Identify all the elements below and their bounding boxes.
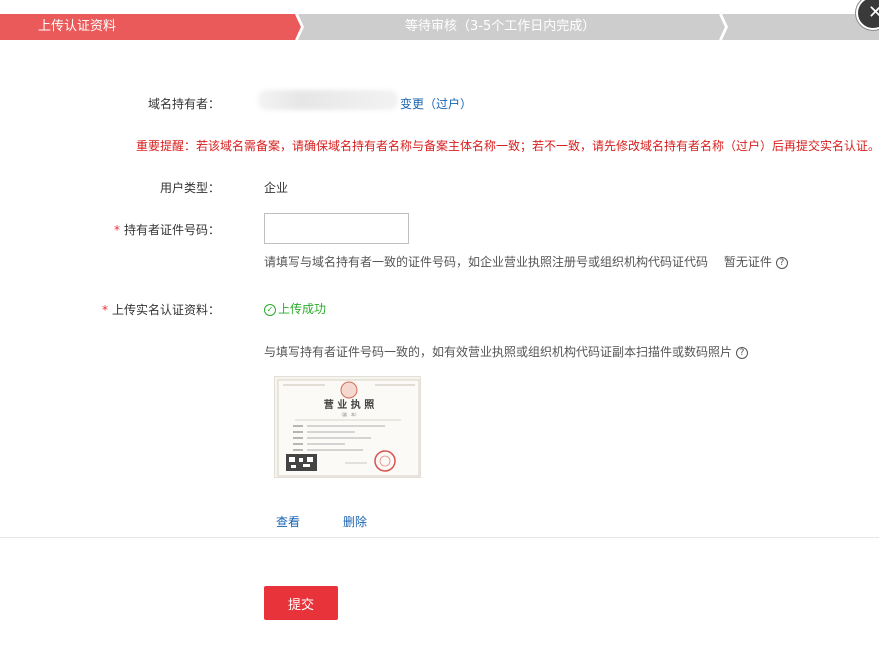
- delete-link[interactable]: 删除: [343, 513, 367, 530]
- no-id-link[interactable]: 暂无证件: [724, 255, 772, 269]
- divider: [0, 537, 879, 538]
- step-review-label: 等待审核（3-5个工作日内完成）: [405, 19, 596, 34]
- step-3-shape: [722, 14, 879, 40]
- holder-name-redacted: [258, 90, 398, 110]
- emblem-icon: [340, 381, 358, 399]
- license-thumbnail[interactable]: 营 业 执 照 （副 本）: [274, 376, 421, 478]
- license-image: 营 业 执 照 （副 本）: [277, 379, 420, 477]
- upload-hint: 与填写持有者证件号码一致的，如有效营业执照或组织机构代码证副本扫描件或数码照片: [264, 345, 733, 359]
- qr-code-icon: [286, 454, 317, 471]
- upload-label: 上传实名认证资料：: [111, 303, 220, 317]
- upload-label-row: * 上传实名认证资料：: [20, 301, 220, 318]
- license-title: 营 业 执 照: [324, 398, 374, 411]
- help-icon[interactable]: ?: [736, 346, 749, 359]
- upload-hint-row: 与填写持有者证件号码一致的，如有效营业执照或组织机构代码证副本扫描件或数码照片?: [264, 343, 749, 360]
- id-number-label-row: * 持有者证件号码：: [20, 221, 220, 238]
- user-type-label: 用户类型：: [159, 181, 220, 195]
- upload-status: ✓ 上传成功: [264, 300, 326, 317]
- submit-button[interactable]: 提交: [264, 586, 338, 620]
- upload-status-text: 上传成功: [278, 302, 327, 316]
- holder-label: 域名持有者：: [147, 97, 220, 111]
- progress-steps: 上传认证资料 等待审核（3-5个工作日内完成）: [0, 14, 879, 40]
- user-type-value: 企业: [264, 181, 289, 195]
- license-subtitle: （副 本）: [339, 411, 359, 417]
- id-number-input[interactable]: [264, 213, 409, 244]
- required-mark: *: [101, 303, 108, 317]
- filing-warning: 重要提醒：若该域名需备案，请确保域名持有者名称与备案主体名称一致；若不一致，请先…: [136, 139, 879, 153]
- id-number-hint: 请填写与域名持有者一致的证件号码，如企业营业执照注册号或组织机构代码证代码: [264, 255, 709, 269]
- step-upload-label: 上传认证资料: [38, 19, 117, 34]
- close-icon: ✕: [868, 2, 879, 23]
- id-number-hint-row: 请填写与域名持有者一致的证件号码，如企业营业执照注册号或组织机构代码证代码 暂无…: [264, 253, 788, 270]
- check-circle-icon: ✓: [264, 303, 276, 316]
- help-icon[interactable]: ?: [775, 256, 788, 269]
- required-mark: *: [113, 223, 120, 237]
- change-holder-link[interactable]: 变更（过户）: [400, 95, 472, 112]
- view-link[interactable]: 查看: [276, 513, 300, 530]
- id-number-label: 持有者证件号码：: [123, 223, 220, 237]
